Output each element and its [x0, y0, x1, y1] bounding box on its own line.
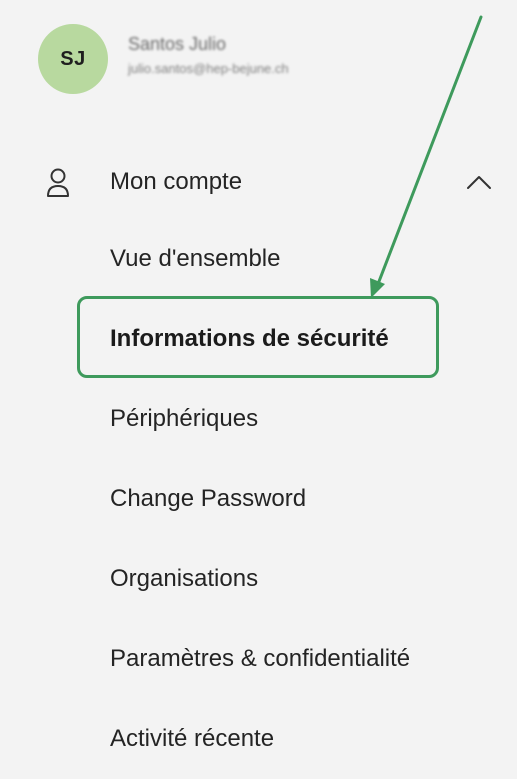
section-header-mon-compte[interactable]: Mon compte: [40, 160, 495, 204]
menu-item-peripheriques[interactable]: Périphériques: [110, 379, 510, 459]
menu-item-change-password[interactable]: Change Password: [110, 459, 510, 539]
avatar-initials: SJ: [60, 47, 86, 70]
menu-item-vue-ensemble[interactable]: Vue d'ensemble: [110, 219, 510, 299]
section-label: Mon compte: [110, 168, 243, 195]
menu-item-organisations[interactable]: Organisations: [110, 539, 510, 619]
menu-item-activite-recente[interactable]: Activité récente: [110, 699, 510, 779]
menu-item-label: Organisations: [110, 565, 259, 592]
user-info: Santos Julio julio.santos@hep-bejune.ch: [128, 32, 428, 79]
menu-item-label: Périphériques: [110, 405, 259, 432]
menu-item-label: Activité récente: [110, 725, 275, 752]
chevron-up-icon[interactable]: [463, 166, 495, 198]
person-icon: [40, 164, 76, 200]
menu-item-label: Informations de sécurité: [110, 325, 389, 352]
menu-item-informations-securite[interactable]: Informations de sécurité: [110, 299, 510, 379]
user-name: Santos Julio: [128, 34, 227, 54]
menu-item-label: Paramètres & confidentialité: [110, 645, 411, 672]
menu-item-label: Change Password: [110, 485, 307, 512]
menu-item-label: Vue d'ensemble: [110, 245, 281, 272]
user-email: julio.santos@hep-bejune.ch: [128, 61, 289, 76]
avatar[interactable]: SJ: [38, 24, 108, 94]
account-menu: Vue d'ensemble Informations de sécurité …: [110, 233, 510, 779]
menu-item-parametres-confidentialite[interactable]: Paramètres & confidentialité: [110, 619, 510, 699]
